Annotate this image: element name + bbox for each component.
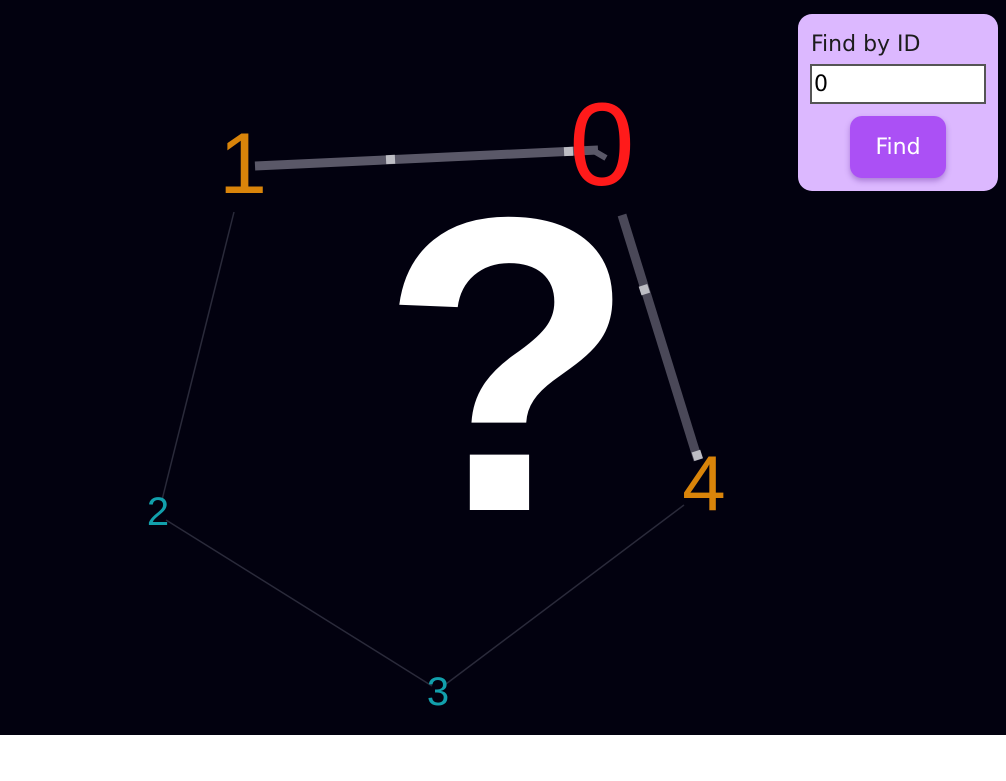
find-label: Find by ID: [811, 32, 921, 57]
node-0[interactable]: 0: [569, 79, 635, 211]
node-4[interactable]: 4: [682, 439, 725, 527]
find-button[interactable]: Find: [850, 116, 946, 178]
find-panel: Find by ID Find: [798, 14, 998, 191]
edge-1-0: [254, 145, 608, 171]
edge-3-4: [445, 504, 685, 685]
edge-2-3: [165, 519, 433, 687]
node-2[interactable]: 2: [147, 490, 169, 534]
find-id-input[interactable]: [810, 64, 986, 104]
node-1[interactable]: 1: [219, 116, 267, 212]
edge-0-4: [617, 213, 703, 462]
edge-1-2: [161, 211, 235, 501]
node-3[interactable]: 3: [427, 670, 449, 714]
